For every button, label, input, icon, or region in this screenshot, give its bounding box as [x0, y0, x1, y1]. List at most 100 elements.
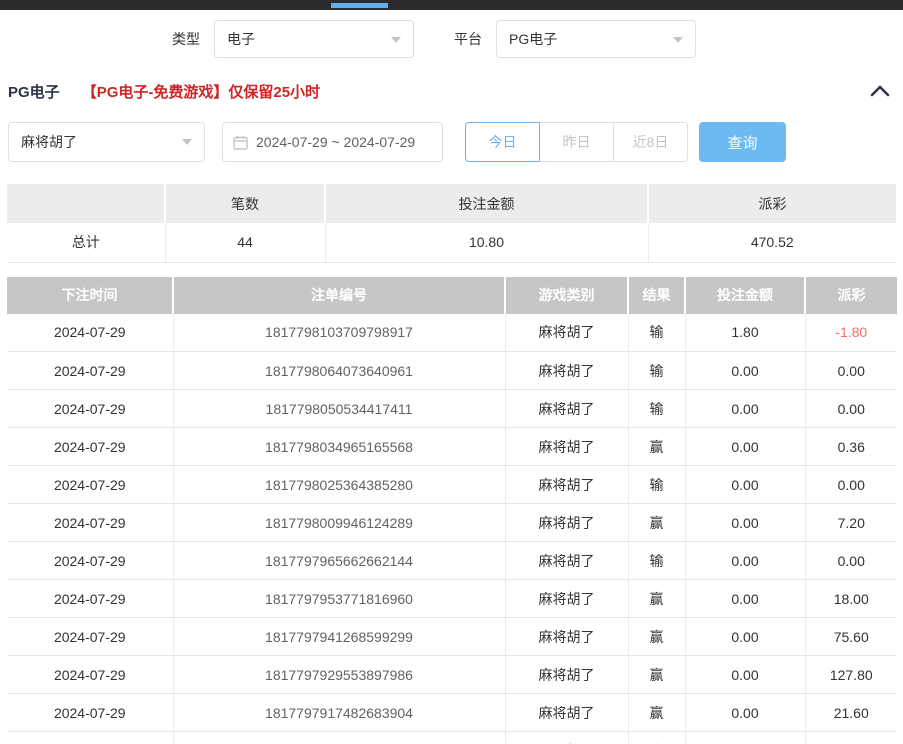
- bet-date-cell: 2024-07-29: [7, 466, 173, 504]
- payout-cell: 75.60: [805, 618, 897, 656]
- payout-cell: [805, 732, 897, 744]
- bet-number-cell: 1817797965662662144: [173, 542, 505, 580]
- bet-number-cell: 1817798050534417411: [173, 390, 505, 428]
- bet-number-cell: 1817798034965165568: [173, 428, 505, 466]
- game-type-cell: 麻将胡了: [505, 466, 628, 504]
- payout-cell: 21.60: [805, 694, 897, 732]
- bet-date-cell: 2024-07-29: [7, 694, 173, 732]
- top-nav-bar: [0, 0, 903, 10]
- result-cell: 赢: [628, 504, 685, 542]
- table-row: 2024-07-291817798009946124289麻将胡了赢0.007.…: [7, 504, 897, 542]
- bet-date-cell: 2024-07-29: [7, 504, 173, 542]
- result-cell: 输: [628, 542, 685, 580]
- table-row: 2024-07-291817797917482683904麻将胡了赢0.0021…: [7, 694, 897, 732]
- game-type-cell: 麻将胡了: [505, 656, 628, 694]
- result-cell: 输: [628, 314, 685, 352]
- table-row: 2024-07-291817797965662662144麻将胡了输0.000.…: [7, 542, 897, 580]
- date-range-value: 2024-07-29 ~ 2024-07-29: [256, 134, 415, 150]
- active-tab-indicator[interactable]: [331, 3, 388, 8]
- result-cell: 赢: [628, 694, 685, 732]
- bet-amount-cell: 0.00: [685, 352, 805, 390]
- bet-number-cell: 1817798064073640961: [173, 352, 505, 390]
- bet-number-cell: 1817797917482683904: [173, 694, 505, 732]
- summary-table: 笔数 投注金额 派彩 总计 44 10.80 470.52: [7, 184, 896, 263]
- game-type-cell: 麻将胡了: [505, 428, 628, 466]
- bet-amount-cell: 0.00: [685, 618, 805, 656]
- bet-number-cell: 1817797941268599299: [173, 618, 505, 656]
- type-select-value: 电子: [227, 29, 255, 49]
- bet-amount-cell: 0.00: [685, 390, 805, 428]
- result-cell: 输: [628, 390, 685, 428]
- table-row: 2024-07-291817798050534417411麻将胡了输0.000.…: [7, 390, 897, 428]
- game-type-cell: 麻将胡了: [505, 732, 628, 744]
- chevron-down-icon: [182, 139, 192, 145]
- summary-header-row: 笔数 投注金额 派彩: [7, 184, 896, 223]
- game-type-cell: 麻将胡了: [505, 542, 628, 580]
- bet-number-cell: 1817797929553897986: [173, 656, 505, 694]
- header-result: 结果: [628, 277, 685, 314]
- game-select[interactable]: 麻将胡了: [8, 122, 205, 162]
- bet-amount-cell: 0.00: [685, 694, 805, 732]
- game-type-cell: 麻将胡了: [505, 504, 628, 542]
- table-row: 2024-07-291817798064073640961麻将胡了输0.000.…: [7, 352, 897, 390]
- bets-header-row: 下注时间 注单编号 游戏类别 结果 投注金额 派彩: [7, 277, 897, 314]
- bet-date-cell: 2024-07-29: [7, 580, 173, 618]
- game-type-cell: 麻将胡了: [505, 390, 628, 428]
- quick-date-button-0[interactable]: 今日: [465, 122, 540, 162]
- summary-total-count: 44: [165, 223, 325, 262]
- chevron-down-icon: [673, 37, 683, 43]
- bet-date-cell: 2024-07-29: [7, 618, 173, 656]
- header-payout: 派彩: [805, 277, 897, 314]
- game-type-cell: 麻将胡了: [505, 694, 628, 732]
- payout-cell: 0.36: [805, 428, 897, 466]
- bet-number-cell: 1817798103709798917: [173, 314, 505, 352]
- result-cell: 输: [628, 466, 685, 504]
- summary-total-bet-amount: 10.80: [325, 223, 648, 262]
- bet-date-cell: 2024-07-29: [7, 352, 173, 390]
- quick-date-button-1[interactable]: 昨日: [539, 122, 614, 162]
- date-range-picker[interactable]: 2024-07-29 ~ 2024-07-29: [222, 122, 443, 162]
- bet-date-cell: 2024-07-29: [7, 314, 173, 352]
- section-notice: 【PG电子-免费游戏】仅保留25小时: [82, 81, 320, 102]
- type-label: 类型: [172, 29, 200, 49]
- bet-amount-cell: 0.00: [685, 656, 805, 694]
- table-row: 麻将胡了赢: [7, 732, 897, 744]
- payout-cell: 0.00: [805, 352, 897, 390]
- summary-total-label: 总计: [7, 223, 165, 262]
- table-row: 2024-07-291817797953771816960麻将胡了赢0.0018…: [7, 580, 897, 618]
- result-cell: 赢: [628, 732, 685, 744]
- summary-header-count: 笔数: [165, 184, 325, 223]
- bets-table: 下注时间 注单编号 游戏类别 结果 投注金额 派彩 2024-07-291817…: [7, 277, 897, 744]
- game-type-cell: 麻将胡了: [505, 618, 628, 656]
- table-row: 2024-07-291817798034965165568麻将胡了赢0.000.…: [7, 428, 897, 466]
- summary-header-payout: 派彩: [648, 184, 896, 223]
- query-toolbar: 麻将胡了 2024-07-29 ~ 2024-07-29 今日昨日近8日 查询: [0, 122, 903, 162]
- bet-amount-cell: [685, 732, 805, 744]
- bet-amount-cell: 1.80: [685, 314, 805, 352]
- chevron-down-icon: [391, 37, 401, 43]
- type-select[interactable]: 电子: [214, 20, 414, 58]
- chevron-up-icon[interactable]: [869, 82, 891, 100]
- bet-number-cell: 1817798009946124289: [173, 504, 505, 542]
- payout-cell: 0.00: [805, 390, 897, 428]
- platform-select[interactable]: PG电子: [496, 20, 696, 58]
- result-cell: 输: [628, 352, 685, 390]
- summary-header-bet-amount: 投注金额: [325, 184, 648, 223]
- summary-total-payout: 470.52: [648, 223, 896, 262]
- quick-date-button-2[interactable]: 近8日: [613, 122, 688, 162]
- summary-total-row: 总计 44 10.80 470.52: [7, 223, 896, 262]
- bet-date-cell: 2024-07-29: [7, 656, 173, 694]
- result-cell: 赢: [628, 580, 685, 618]
- bet-date-cell: [7, 732, 173, 744]
- payout-cell: 127.80: [805, 656, 897, 694]
- platform-select-value: PG电子: [509, 29, 557, 49]
- bet-amount-cell: 0.00: [685, 466, 805, 504]
- search-button[interactable]: 查询: [699, 122, 786, 162]
- section-header: PG电子 【PG电子-免费游戏】仅保留25小时: [0, 81, 903, 101]
- summary-header-blank: [7, 184, 165, 223]
- game-type-cell: 麻将胡了: [505, 580, 628, 618]
- table-row: 2024-07-291817798103709798917麻将胡了输1.80-1…: [7, 314, 897, 352]
- payout-cell: -1.80: [805, 314, 897, 352]
- game-type-cell: 麻将胡了: [505, 352, 628, 390]
- type-platform-filter-row: 类型 电子 平台 PG电子: [0, 20, 903, 58]
